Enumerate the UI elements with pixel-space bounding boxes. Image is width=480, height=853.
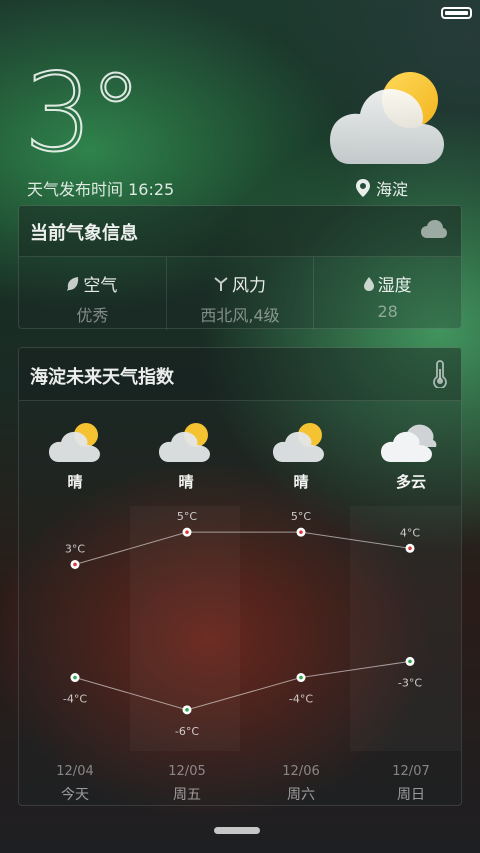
point-dot (73, 675, 77, 680)
high-temp-label: 4°C (400, 526, 420, 539)
location-button[interactable]: 海淀 (356, 176, 408, 200)
location-name: 海淀 (376, 180, 409, 199)
forecast-header: 海淀未来天气指数 (19, 348, 461, 401)
point-dot (185, 530, 189, 534)
point-dot (185, 708, 189, 712)
point-dot (299, 530, 303, 534)
wind-value: 西北风,4级 (200, 306, 280, 325)
low-temp-label: -4°C (289, 693, 313, 706)
forecast-date: 12/05 (168, 764, 206, 779)
high-temp-label: 5°C (177, 510, 197, 523)
current-temperature: 3° (23, 51, 144, 176)
high-temp-line (74, 531, 411, 565)
forecast-condition: 晴 (67, 473, 83, 491)
sunny-cloud-icon (49, 423, 100, 462)
point-dot (73, 562, 77, 567)
forecast-weekday: 周六 (287, 787, 315, 803)
forecast-date: 12/06 (282, 764, 320, 779)
leaf-icon (67, 276, 79, 291)
point-dot (299, 675, 303, 680)
wind: 风力 西北风,4级 (165, 257, 314, 330)
publish-time-value: 16:25 (128, 180, 175, 199)
current-weather-card: 当前气象信息 空气 优秀 风力 西北风,4级 湿度 28 (18, 205, 462, 330)
forecast-condition: 晴 (293, 473, 309, 491)
thermometer-icon (433, 360, 447, 388)
drag-handle[interactable] (214, 827, 260, 834)
wind-label: 风力 (232, 276, 266, 296)
forecast-condition: 晴 (178, 473, 194, 491)
cloudy-icon (381, 424, 437, 462)
humidity-value: 28 (377, 302, 398, 321)
publish-time: 天气发布时间 16:25 (27, 176, 174, 200)
forecast-date: 12/07 (392, 764, 430, 779)
current-weather-title: 当前气象信息 (30, 223, 138, 244)
location-pin-icon (356, 179, 370, 197)
wind-icon (214, 276, 228, 291)
temperature-chart: 3°C 5°C 5°C 4°C -4°C -6°C -4°C -3°C (19, 506, 461, 751)
sunny-cloud-icon (273, 423, 324, 462)
air-label: 空气 (83, 276, 118, 296)
humidity-label: 湿度 (377, 276, 412, 296)
forecast-weekday: 周五 (173, 787, 201, 803)
forecast-weekday: 今天 (61, 787, 89, 803)
forecast-title: 海淀未来天气指数 (30, 367, 174, 388)
forecast-card: 海淀未来天气指数 晴 晴 晴 多云 3°C 5°C 5°C 4°C -4°C -6°C -4… (18, 347, 462, 806)
battery-icon (441, 7, 472, 19)
publish-label: 天气发布时间 (27, 180, 124, 199)
humidity: 湿度 28 (313, 257, 461, 330)
low-temp-line (74, 660, 411, 711)
sunny-cloud-icon (330, 72, 444, 164)
forecast-condition: 多云 (395, 473, 426, 491)
low-temp-label: -4°C (63, 693, 87, 706)
air-value: 优秀 (76, 306, 109, 325)
forecast-date: 12/04 (56, 764, 94, 779)
point-dot (408, 546, 412, 551)
drop-icon (363, 276, 374, 291)
low-temp-label: -6°C (175, 725, 199, 738)
forecast-weekday: 周日 (397, 787, 425, 803)
high-temp-label: 5°C (291, 510, 311, 523)
temperature-chart-svg: 3°C 5°C 5°C 4°C -4°C -6°C -4°C -3°C (63, 510, 422, 738)
cloud-icon (421, 220, 447, 238)
high-temp-label: 3°C (65, 542, 85, 555)
low-temp-label: -3°C (398, 676, 422, 689)
sunny-cloud-icon (159, 423, 210, 462)
air-quality: 空气 优秀 (19, 257, 166, 330)
current-weather-header: 当前气象信息 (19, 206, 461, 257)
point-dot (408, 659, 412, 664)
